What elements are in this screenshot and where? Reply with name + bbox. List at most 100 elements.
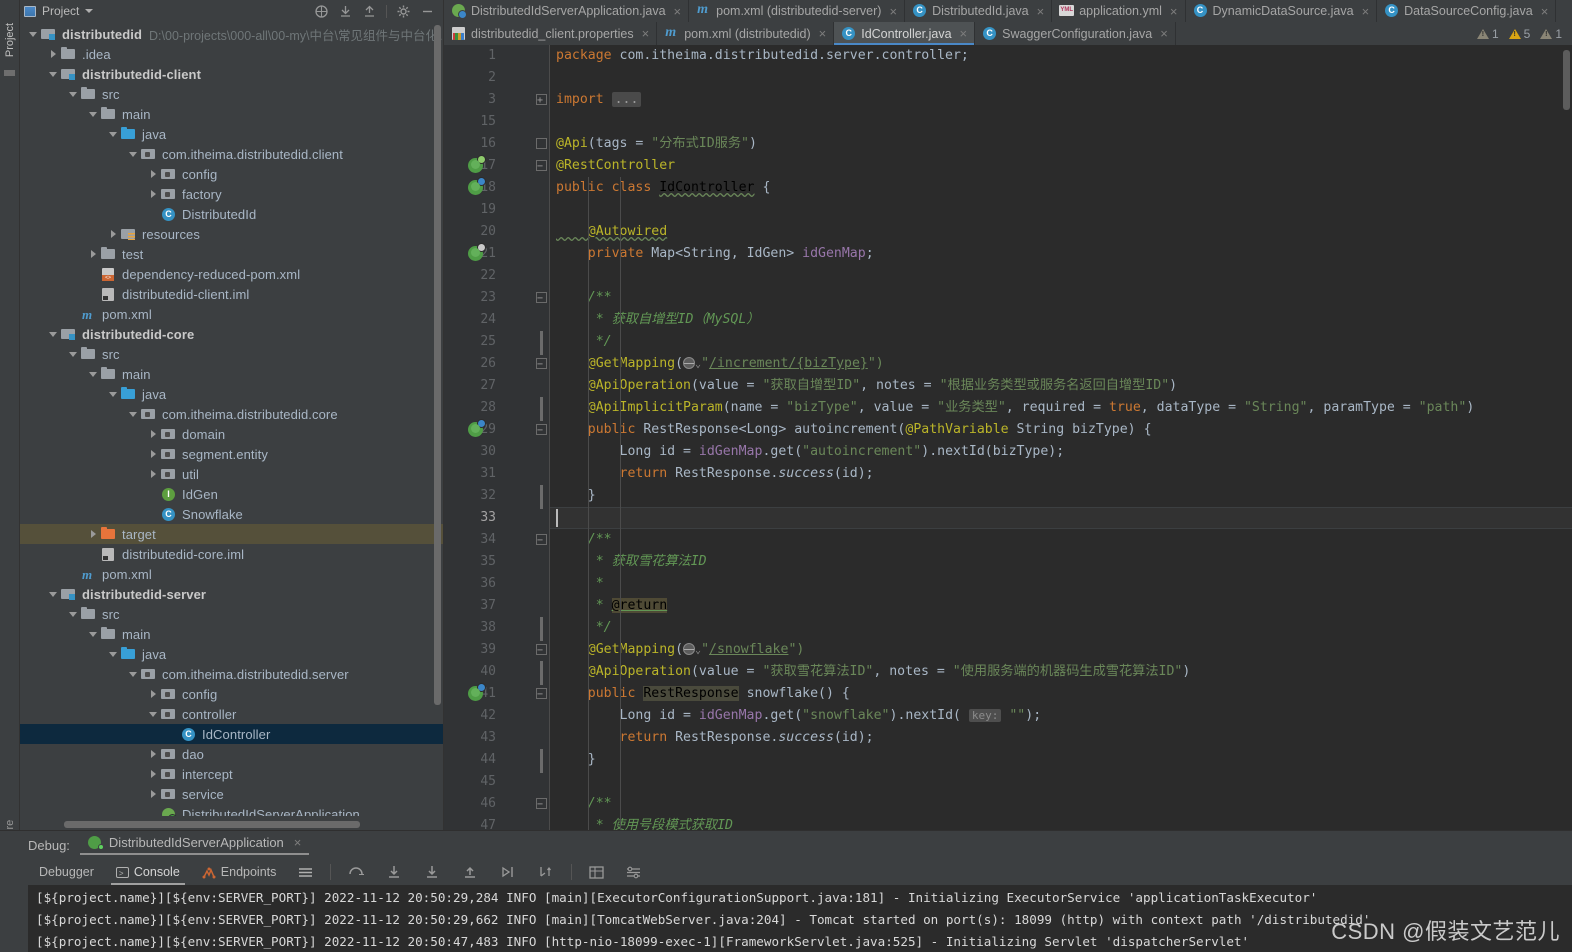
code-line[interactable]: 34 /** xyxy=(444,529,1572,552)
code-line[interactable]: 32 } xyxy=(444,485,1572,509)
tree-node-src[interactable]: src xyxy=(20,604,443,624)
chevron-down-icon[interactable] xyxy=(128,144,140,164)
code-line[interactable]: 31 return RestResponse.success(id); xyxy=(444,463,1572,485)
tree-node-distributedid-client[interactable]: distributedid-client xyxy=(20,64,443,84)
editor-scrollbar[interactable] xyxy=(1563,50,1570,110)
chevron-right-icon[interactable] xyxy=(48,44,60,64)
tree-node-distributedid-core[interactable]: distributedid-core xyxy=(20,324,443,344)
code-line[interactable]: 3 import ... xyxy=(444,89,1572,112)
tree-node-java[interactable]: java xyxy=(20,124,443,144)
drop-frame-icon[interactable] xyxy=(527,859,565,885)
chevron-down-icon[interactable] xyxy=(48,324,60,344)
code-line[interactable]: 2 xyxy=(444,67,1572,89)
editor-tab-swaggerconfiguration-java[interactable]: SwaggerConfiguration.java × xyxy=(975,22,1176,45)
project-vertical-scrollbar[interactable] xyxy=(434,25,441,705)
tree-node-idcontroller[interactable]: C IdController xyxy=(20,724,443,744)
tree-node-distributedid[interactable]: distributedid D:\00-projects\000-all\00-m… xyxy=(20,24,443,44)
chevron-right-icon[interactable] xyxy=(148,764,160,784)
code-line[interactable]: 36 * xyxy=(444,573,1572,595)
chevron-right-icon[interactable] xyxy=(148,164,160,184)
editor-tab-row-1[interactable]: DistributedIdServerApplication.java×pom.… xyxy=(444,0,1572,22)
tree-node-main[interactable]: main xyxy=(20,104,443,124)
code-fold-minus-icon[interactable] xyxy=(536,354,547,376)
tree-node-distributedid[interactable]: C DistributedId xyxy=(20,204,443,224)
code-line[interactable]: 27 @ApiOperation(value = "获取自增型ID", note… xyxy=(444,375,1572,397)
close-icon[interactable]: × xyxy=(1541,5,1549,18)
code-line[interactable]: 19 xyxy=(444,199,1572,221)
expand-all-icon[interactable] xyxy=(338,4,353,19)
gutter-bean-icon[interactable] xyxy=(468,419,486,438)
code-line[interactable]: 18 public class IdController { xyxy=(444,177,1572,199)
tree-node-util[interactable]: util xyxy=(20,464,443,484)
code-line[interactable]: 35 * 获取雪花算法ID xyxy=(444,551,1572,573)
chevron-down-icon[interactable] xyxy=(88,364,100,384)
chevron-right-icon[interactable] xyxy=(148,464,160,484)
tree-node-distributedid-core-iml[interactable]: distributedid-core.iml xyxy=(20,544,443,564)
tree-node-test[interactable]: test xyxy=(20,244,443,264)
close-icon[interactable]: × xyxy=(889,5,897,18)
code-fold-minus-icon[interactable] xyxy=(536,640,547,662)
code-content[interactable]: 1 package com.itheima.distributedid.serve… xyxy=(444,45,1572,830)
close-icon[interactable]: × xyxy=(960,27,968,40)
debug-tab-console[interactable]: > Console xyxy=(105,859,191,885)
code-line[interactable]: 24 * 获取自增型ID（MySQL） xyxy=(444,309,1572,331)
code-line[interactable]: 29 public RestResponse<Long> autoincreme… xyxy=(444,419,1572,442)
editor-tab-pom-xml-distributedid-[interactable]: pom.xml (distributedid) × xyxy=(657,22,835,45)
code-viewport[interactable]: 1 package com.itheima.distributedid.serve… xyxy=(444,45,1572,830)
code-line[interactable]: 17@RestController xyxy=(444,155,1572,178)
chevron-down-icon[interactable] xyxy=(48,584,60,604)
code-line[interactable]: 33 xyxy=(444,507,1572,529)
tree-node-com-itheima-distributedid-client[interactable]: com.itheima.distributedid.client xyxy=(20,144,443,164)
debug-tab-debugger[interactable]: Debugger xyxy=(28,859,105,885)
tree-node-segment-entity[interactable]: segment.entity xyxy=(20,444,443,464)
inspection-counter[interactable]: 1 xyxy=(1540,27,1562,41)
debug-session-tab[interactable]: DistributedIdServerApplication × xyxy=(79,835,310,855)
locate-icon[interactable] xyxy=(314,4,329,19)
gear-icon[interactable] xyxy=(396,4,411,19)
step-out-icon[interactable] xyxy=(451,859,489,885)
tree-node-domain[interactable]: domain xyxy=(20,424,443,444)
close-icon[interactable]: × xyxy=(642,27,650,40)
tree-node-com-itheima-distributedid-core[interactable]: com.itheima.distributedid.core xyxy=(20,404,443,424)
tree-node-config[interactable]: config xyxy=(20,164,443,184)
project-tree[interactable]: distributedid D:\00-projects\000-all\00-m… xyxy=(20,24,443,816)
tree-node-com-itheima-distributedid-server[interactable]: com.itheima.distributedid.server xyxy=(20,664,443,684)
gutter-bean-icon[interactable] xyxy=(468,683,486,702)
gutter-bean-icon[interactable] xyxy=(468,155,486,174)
code-fold-brace-icon[interactable] xyxy=(536,617,545,641)
chevron-right-icon[interactable] xyxy=(88,524,100,544)
chevron-down-icon[interactable] xyxy=(28,24,40,44)
code-fold-minus-icon[interactable] xyxy=(536,156,547,178)
tree-node-java[interactable]: java xyxy=(20,644,443,664)
close-icon[interactable]: × xyxy=(1362,5,1370,18)
editor-tab-distributedidserverapplication-java[interactable]: DistributedIdServerApplication.java × xyxy=(444,0,690,22)
code-fold-brace-icon[interactable] xyxy=(536,749,545,773)
gutter-bean-icon[interactable] xyxy=(468,243,486,262)
chevron-right-icon[interactable] xyxy=(148,784,160,804)
code-fold-minus-icon[interactable] xyxy=(536,684,547,706)
editor-tab-datasourceconfig-java[interactable]: DataSourceConfig.java × xyxy=(1377,0,1557,22)
chevron-right-icon[interactable] xyxy=(148,444,160,464)
tree-node-java[interactable]: java xyxy=(20,384,443,404)
web-endpoint-icon[interactable] xyxy=(683,357,696,369)
close-icon[interactable]: × xyxy=(1160,27,1168,40)
chevron-down-icon[interactable] xyxy=(128,664,140,684)
code-line[interactable]: 30 Long id = idGenMap.get("autoincrement… xyxy=(444,441,1572,463)
chevron-down-icon[interactable] xyxy=(68,344,80,364)
code-line[interactable]: 38 */ xyxy=(444,617,1572,641)
tree-node-pom-xml[interactable]: m pom.xml xyxy=(20,564,443,584)
tree-node-config[interactable]: config xyxy=(20,684,443,704)
tree-node-pom-xml[interactable]: m pom.xml xyxy=(20,304,443,324)
layout-icon[interactable] xyxy=(287,859,324,885)
editor-tab-application-yml[interactable]: application.yml × xyxy=(1052,0,1186,22)
chevron-down-icon[interactable] xyxy=(108,644,120,664)
code-line[interactable]: 39 @GetMapping(⌄"/snowflake") xyxy=(444,639,1572,662)
inspection-counter[interactable]: 1 xyxy=(1476,27,1499,41)
evaluate-icon[interactable] xyxy=(578,859,615,885)
tree-node-src[interactable]: src xyxy=(20,344,443,364)
code-line[interactable]: 20 @Autowired xyxy=(444,221,1572,243)
tool-tab-project[interactable]: Project xyxy=(0,8,20,72)
chevron-right-icon[interactable] xyxy=(148,744,160,764)
step-into-icon[interactable] xyxy=(375,859,413,885)
settings-icon[interactable] xyxy=(615,859,652,885)
